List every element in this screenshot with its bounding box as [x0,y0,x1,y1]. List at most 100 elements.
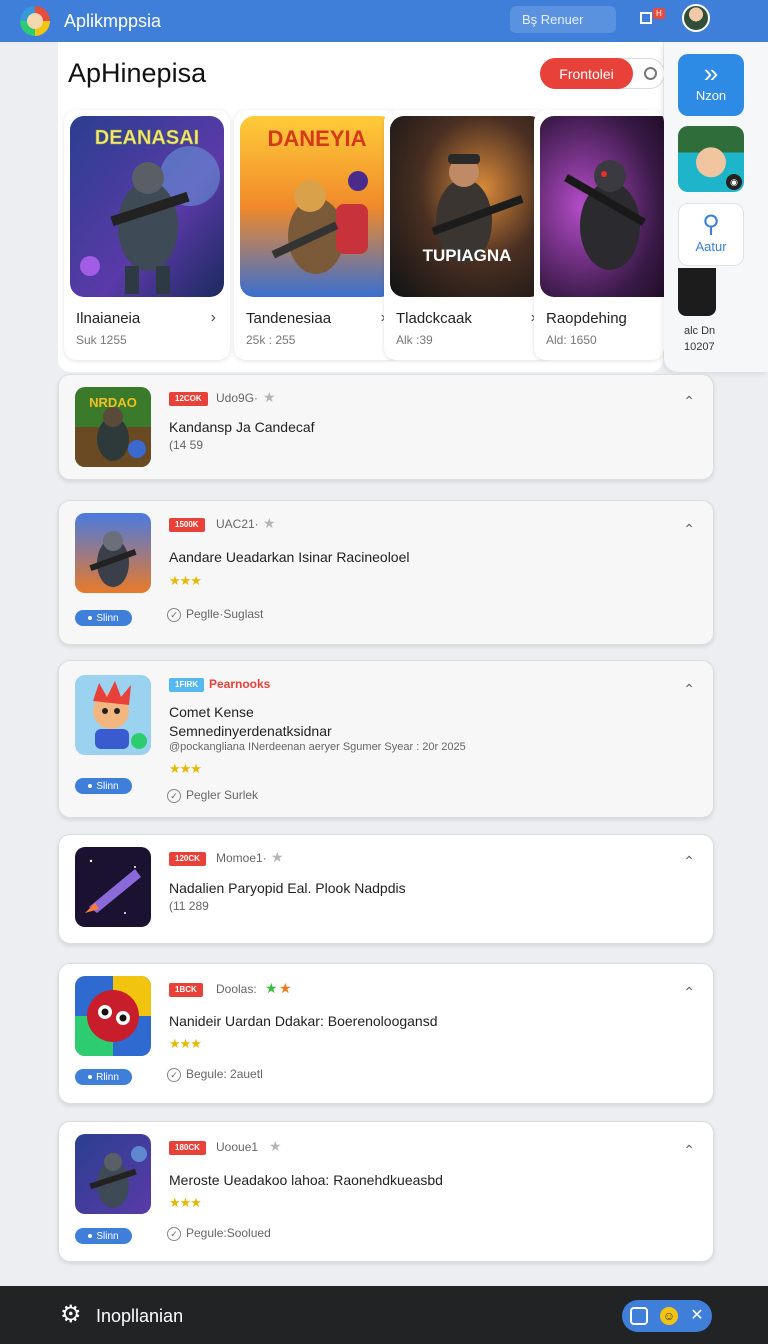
category-tag: 1FIRK [169,678,205,692]
list-item[interactable]: 1BCK Doolas: ★ ★ Nanideir Uardan Ddakar:… [58,963,714,1104]
featured-card[interactable]: DANEYIA Tandenesiaa › 25k : 255 [234,110,400,360]
featured-card[interactable]: TUPIAGNA Tladckcaak › Alk :39 [384,110,550,360]
star-icon[interactable]: ★ [269,1138,282,1155]
app-thumbnail [75,513,151,593]
featured-meta: Ald: 1650 [546,333,597,347]
chevron-right-icon[interactable]: › [211,309,216,327]
filter-toggle-active[interactable]: Frontolei [540,58,633,89]
app-thumbnail [75,1134,151,1214]
notification-icon[interactable] [640,12,652,24]
featured-art-title: DEANASAI [95,127,199,149]
status-pill[interactable]: Slinn [75,778,132,794]
square-icon[interactable] [630,1307,648,1325]
side-nav-button[interactable]: » Nzon [678,54,744,116]
category-tag: 180CK [169,1141,206,1155]
card-title: Comet Kense [169,704,254,720]
avatar-badge-icon: ◉ [726,174,742,190]
star-icon[interactable]: ★ [265,980,278,997]
side-text: 10207 [684,341,715,353]
app-thumbnail [75,976,151,1056]
chevron-up-icon[interactable]: ⌃ [683,521,695,538]
side-nav-label: Nzon [695,88,727,103]
app-thumbnail: NRDAO [75,387,151,467]
featured-art [540,116,664,297]
tag-text: Pearnooks [209,677,271,691]
chevron-up-icon[interactable]: ⌃ [683,393,695,410]
card-title: Nadalien Paryopid Eal. Plook Nadpdis [169,880,406,896]
featured-name: Tandenesiaa [246,310,332,327]
side-text: alc Dn [684,325,716,337]
app-thumbnail [75,675,151,755]
chevron-up-icon[interactable]: ⌃ [683,681,695,698]
list-item[interactable]: NRDAO 12COK Udo9G· ★ Kandansp Ja Candeca… [58,374,714,480]
side-action-button[interactable]: ⚲ Aatur [678,203,744,266]
check-label: Peglle·Suglast [186,607,264,621]
check-status[interactable]: ✓ Pegule:Soolued [167,1226,271,1241]
check-status[interactable]: ✓ Begule: 2auetl [167,1067,263,1082]
user-avatar[interactable] [682,4,710,32]
check-label: Pegler Surlek [186,788,259,802]
tag-text: UAC21· [216,517,259,531]
rating-stars: ★★★ [169,1195,202,1210]
status-pill[interactable]: Slinn [75,610,132,626]
rating-stars: ★★★ [169,573,202,588]
featured-card[interactable]: DEANASAI Ilnaianeia › Suk 1255 [64,110,230,360]
check-label: Pegule:Soolued [186,1226,271,1240]
featured-art: DEANASAI [70,116,224,297]
status-pill[interactable]: Slinn [75,1228,132,1244]
list-item[interactable]: 120CK Momoe1· ★ Nadalien Paryopid Eal. P… [58,834,714,944]
chevron-up-icon[interactable]: ⌃ [683,853,695,870]
star-icon[interactable]: ★ [279,980,292,997]
tag-text: Uooue1 [216,1140,259,1154]
close-icon[interactable]: ✕ [688,1307,706,1325]
category-tag: 12COK [169,392,208,406]
list-item[interactable]: 180CK Uooue1 ★ Meroste Ueadakoo lahoa: R… [58,1121,714,1262]
search-button[interactable]: Bş Renuer [510,6,616,33]
emoji-icon[interactable]: ☺ [660,1307,678,1325]
side-thumbnail[interactable] [678,268,716,316]
star-icon[interactable]: ★ [271,849,284,866]
check-status[interactable]: ✓ Peglle·Suglast [167,607,263,622]
check-circle-icon: ✓ [167,788,181,803]
category-tag: 1BCK [169,983,203,997]
featured-art: DANEYIA [240,116,394,297]
notification-badge: H [653,8,665,19]
star-icon[interactable]: ★ [263,389,276,406]
pin-icon: ⚲ [702,211,720,238]
card-subtitle: (14 59 [169,438,204,452]
toggle-knob-icon[interactable] [644,67,657,80]
gear-icon[interactable]: ⚙ [60,1302,82,1328]
chevron-up-icon[interactable]: ⌃ [683,1142,695,1159]
check-circle-icon: ✓ [167,1067,181,1082]
tag-text: Momoe1· [216,851,267,865]
check-status[interactable]: ✓ Pegler Surlek [167,788,258,803]
page-title: ApHinepisa [68,58,207,88]
featured-meta: 25k : 255 [246,333,296,347]
star-icon[interactable]: ★ [263,515,276,532]
featured-meta: Alk :39 [396,333,433,347]
featured-art: TUPIAGNA [390,116,544,297]
chevron-up-icon[interactable]: ⌃ [683,984,695,1001]
check-circle-icon: ✓ [167,1226,181,1241]
tag-text: Doolas: [216,982,257,996]
featured-name: Tladckcaak [396,310,472,327]
list-item[interactable]: 1500K UAC21· ★ Aandare Ueadarkan Isinar … [58,500,714,645]
app-logo-icon[interactable] [20,6,50,36]
rating-stars: ★★★ [169,761,202,776]
status-pill[interactable]: Rlinn [75,1069,132,1085]
card-subtitle: @pockangliana INerdeenan aeryer Sgumer S… [169,741,466,753]
featured-name: Raopdehing [546,310,627,327]
check-circle-icon: ✓ [167,607,181,622]
card-title: Nanideir Uardan Ddakar: Boerenoloogansd [169,1013,438,1029]
featured-name: Ilnaianeia [76,310,141,327]
card-subtitle: (11 289 [169,899,209,913]
double-chevron-icon: » [703,58,719,88]
card-title: Meroste Ueadakoo lahoa: Raonehdkueasbd [169,1172,443,1188]
check-label: Begule: 2auetl [186,1067,263,1081]
category-tag: 1500K [169,518,205,532]
featured-art-title: TUPIAGNA [423,246,512,265]
featured-card[interactable]: Raopdehing Ald: 1650 [534,110,664,360]
list-item[interactable]: 1FIRK Pearnooks Comet Kense Semnedinyerd… [58,660,714,818]
top-bar: Aplikmppsia [0,0,768,42]
featured-art-title: DANEYIA [267,126,366,151]
